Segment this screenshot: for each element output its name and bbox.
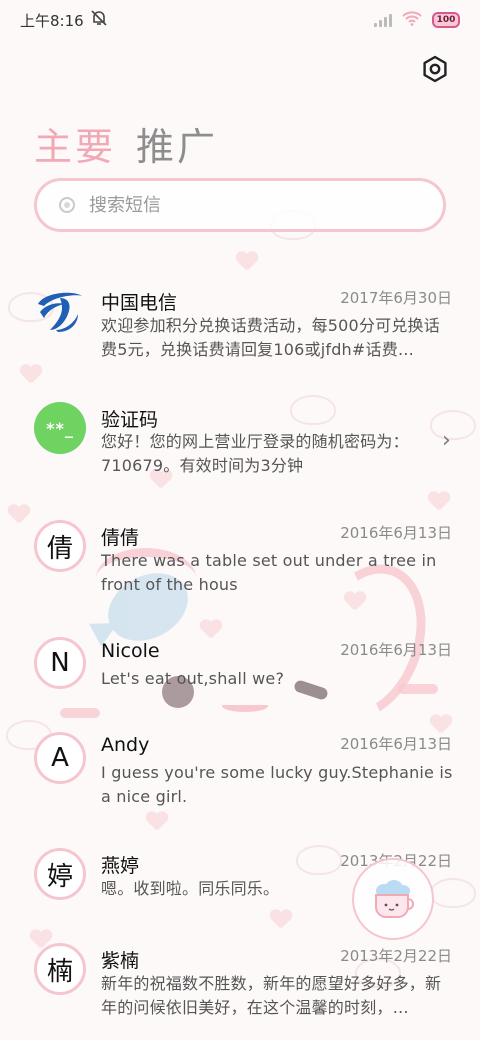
contact-name: 倩倩 (101, 527, 140, 549)
signal-icon (374, 13, 392, 27)
contact-name: 紫楠 (101, 950, 140, 972)
message-date: 2016年6月13日 (340, 735, 452, 753)
chevron-right-icon[interactable]: › (442, 428, 451, 453)
message-date: 2017年6月30日 (340, 289, 452, 307)
avatar: 倩 (34, 520, 86, 572)
message-preview: 欢迎参加积分兑换话费活动，每500分可兑换话费5元，兑换话费请回复106或jfd… (101, 316, 440, 359)
message-date: 2016年6月13日 (340, 641, 452, 659)
bell-muted-icon (90, 9, 108, 31)
message-date: 2016年6月13日 (340, 524, 452, 542)
tab-promotions[interactable]: 推广 (136, 116, 218, 171)
message-preview: 新年的祝福数不胜数，新年的愿望好多好多，新年的问候依旧美好，在这个温馨的时刻，… (101, 974, 442, 1017)
contact-name: Nicole (101, 640, 160, 662)
contact-name: 中国电信 (101, 292, 178, 314)
tab-primary[interactable]: 主要 (34, 116, 116, 171)
search-bar[interactable] (34, 178, 446, 232)
china-telecom-logo-icon (34, 284, 86, 336)
contact-name: 验证码 (101, 409, 159, 431)
contact-name: 燕婷 (101, 855, 140, 877)
search-input[interactable] (89, 194, 409, 216)
message-date: 2013年2月22日 (340, 947, 452, 965)
avatar: A (34, 732, 86, 784)
battery-icon: 100 (432, 12, 460, 28)
message-preview: I guess you're some lucky guy.Stephanie … (101, 763, 453, 806)
battery-level: 100 (436, 15, 456, 25)
message-preview: Let's eat out,shall we? (101, 669, 285, 688)
settings-button[interactable] (418, 52, 452, 86)
message-preview: There was a table set out under a tree i… (101, 551, 437, 594)
avatar: 婷 (34, 848, 86, 900)
contact-name: Andy (101, 734, 150, 756)
wifi-icon (402, 10, 422, 30)
avatar: 楠 (34, 943, 86, 995)
category-tabs: 主要 推广 (34, 116, 218, 171)
status-time: 上午8:16 (20, 11, 84, 30)
cup-compose-icon (375, 880, 414, 918)
avatar: N (34, 637, 86, 689)
message-preview: 您好！您的网上营业厅登录的随机密码为：710679。有效时间为3分钟 (101, 432, 409, 475)
avatar: **_ (34, 402, 86, 454)
compose-button[interactable] (352, 858, 434, 940)
status-bar: 上午8:16 100 (0, 0, 480, 40)
search-icon (59, 197, 75, 213)
hexagon-gear-icon (423, 55, 447, 83)
